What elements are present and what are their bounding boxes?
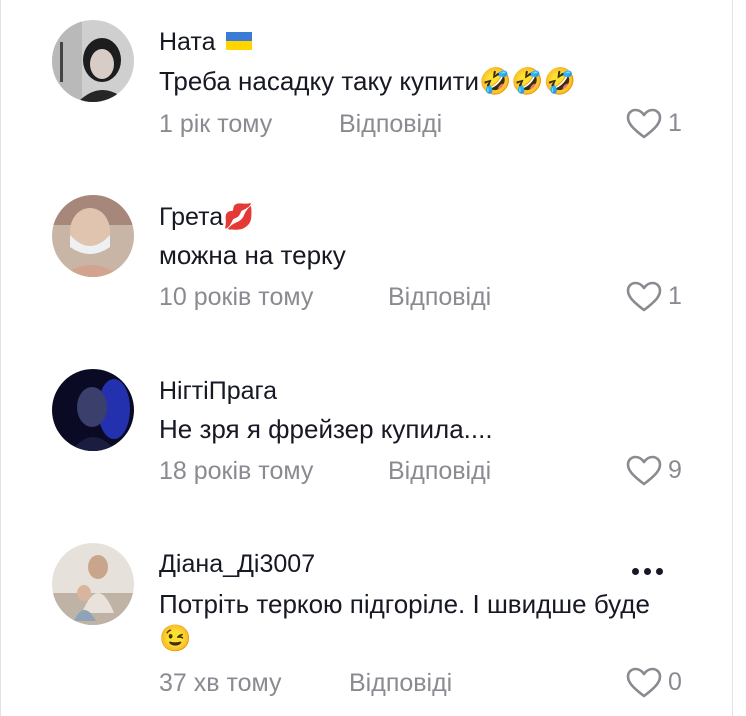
comment-timestamp: 18 років тому — [159, 457, 314, 485]
like-button[interactable]: 9 — [626, 454, 690, 488]
more-options-icon[interactable] — [632, 558, 668, 578]
heart-outline-icon — [626, 108, 662, 139]
reply-button[interactable]: Відповіді — [388, 456, 491, 486]
comment-author[interactable]: НігтіПрага — [159, 376, 277, 406]
comment-text: Не зря я фрейзер купила.... — [159, 414, 493, 444]
comment-author[interactable]: Діана_Ді3007 — [159, 549, 315, 579]
left-border — [0, 0, 1, 716]
right-border — [732, 0, 733, 716]
comment-timestamp: 1 рік тому — [159, 110, 273, 138]
like-button[interactable]: 0 — [626, 666, 690, 700]
like-button[interactable]: 1 — [626, 107, 690, 141]
like-count: 0 — [668, 668, 682, 696]
avatar[interactable] — [52, 543, 134, 625]
comment-timestamp: 37 хв тому — [159, 669, 282, 697]
comment-text: Треба насадку таку купити🤣🤣🤣 — [159, 66, 577, 96]
heart-outline-icon — [626, 281, 662, 312]
avatar[interactable] — [52, 20, 134, 102]
reply-button[interactable]: Відповіді — [388, 282, 491, 312]
heart-outline-icon — [626, 667, 662, 698]
flag-ukraine-icon — [226, 32, 253, 51]
comment-text: можна на терку — [159, 240, 346, 270]
comment-timestamp: 10 років тому — [159, 283, 314, 311]
like-count: 1 — [668, 282, 682, 310]
reply-button[interactable]: Відповіді — [339, 109, 442, 139]
comment-text: Потріть теркою підгоріле. І швидше буде … — [159, 589, 650, 653]
comment-author[interactable]: Ната — [159, 27, 253, 57]
reply-button[interactable]: Відповіді — [349, 668, 452, 698]
heart-outline-icon — [626, 455, 662, 486]
avatar[interactable] — [52, 195, 134, 277]
like-count: 9 — [668, 456, 682, 484]
like-count: 1 — [668, 109, 682, 137]
comment-author[interactable]: Грета💋 — [159, 202, 254, 232]
avatar[interactable] — [52, 369, 134, 451]
like-button[interactable]: 1 — [626, 280, 690, 314]
